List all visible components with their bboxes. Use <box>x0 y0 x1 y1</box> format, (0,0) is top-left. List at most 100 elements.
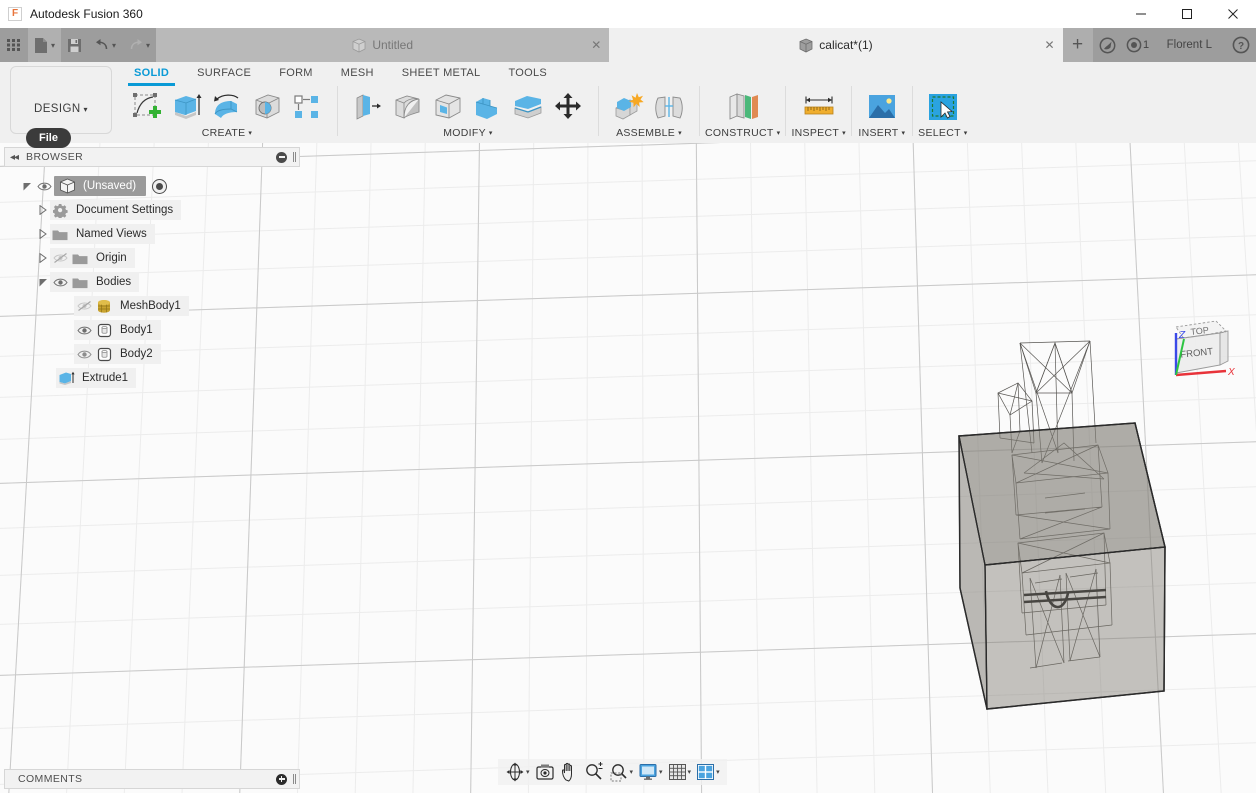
ribbon-tab-surface[interactable]: SURFACE <box>183 62 265 84</box>
redo-caret[interactable]: ▾ <box>146 41 150 50</box>
display-settings-caret[interactable]: ▾ <box>659 768 663 776</box>
assemble-group-label-wrap[interactable]: ASSEMBLE ▾ <box>616 127 682 139</box>
tree-item-body[interactable]: Extrude1 <box>56 368 137 388</box>
create-group-label-wrap[interactable]: CREATE ▾ <box>202 127 252 139</box>
grid-snaps-caret[interactable]: ▾ <box>688 768 692 776</box>
visibility-eye-icon[interactable] <box>74 325 94 336</box>
tree-row-unsaved[interactable]: (Unsaved) <box>4 174 300 198</box>
select-group-label-wrap[interactable]: SELECT ▾ <box>918 127 967 139</box>
user-name[interactable]: Florent L <box>1153 39 1226 51</box>
construct-group-label-wrap[interactable]: CONSTRUCT ▾ <box>705 127 780 139</box>
visibility-eye-icon[interactable] <box>50 277 70 288</box>
close-button[interactable] <box>1210 0 1256 28</box>
offset-plane-icon[interactable] <box>724 88 762 126</box>
expander-expanded-icon[interactable] <box>36 270 50 294</box>
fillet-icon[interactable] <box>389 88 427 126</box>
tree-item-body[interactable]: Named Views <box>50 224 155 244</box>
document-tab-calicat[interactable]: calicat*(1) ✕ <box>609 28 1063 62</box>
tree-row-document-settings[interactable]: Document Settings <box>4 198 300 222</box>
modify-group-label-wrap[interactable]: MODIFY ▾ <box>443 127 492 139</box>
look-at-button[interactable] <box>533 760 557 784</box>
press-pull-icon[interactable] <box>349 88 387 126</box>
display-settings-button[interactable]: ▾ <box>636 760 665 784</box>
fit-caret[interactable]: ▾ <box>630 768 634 776</box>
expander-collapsed-icon[interactable] <box>36 198 50 222</box>
maximize-button[interactable] <box>1164 0 1210 28</box>
viewports-button[interactable]: ▾ <box>694 760 722 784</box>
ribbon-tab-form[interactable]: FORM <box>265 62 327 84</box>
workspace-switcher[interactable]: DESIGN ▾ <box>10 66 112 134</box>
tree-item-body[interactable]: Bodies <box>50 272 140 292</box>
tree-item-body[interactable]: Body1 <box>74 320 161 340</box>
job-status-icon[interactable]: 1 <box>1123 28 1153 62</box>
view-cube[interactable]: TOP FRONT Z X <box>1154 303 1246 395</box>
ribbon-tab-mesh[interactable]: MESH <box>327 62 388 84</box>
extension-icon[interactable] <box>1093 28 1123 62</box>
tree-item-body[interactable]: Origin <box>50 248 135 268</box>
grid-snaps-button[interactable]: ▾ <box>666 760 694 784</box>
ribbon-tab-sheet-metal[interactable]: SHEET METAL <box>388 62 495 84</box>
inspect-group-label-wrap[interactable]: INSPECT ▾ <box>791 127 845 139</box>
redo-button[interactable]: ▾ <box>122 28 156 62</box>
help-icon[interactable]: ? <box>1226 28 1256 62</box>
new-document-caret[interactable]: ▾ <box>51 41 55 50</box>
new-component-icon[interactable] <box>610 88 648 126</box>
viewports-caret[interactable]: ▾ <box>716 768 720 776</box>
expander-collapsed-icon[interactable] <box>36 246 50 270</box>
panel-grip-icon[interactable] <box>293 774 294 784</box>
orbit-caret[interactable]: ▾ <box>526 768 530 776</box>
offset-face-icon[interactable] <box>509 88 547 126</box>
document-tab-close-icon[interactable]: ✕ <box>1045 38 1055 52</box>
undo-caret[interactable]: ▾ <box>112 41 116 50</box>
document-tab-close-icon[interactable]: ✕ <box>591 38 601 52</box>
tree-row-body1[interactable]: Body1 <box>4 318 300 342</box>
revolve-icon[interactable] <box>208 88 246 126</box>
panel-minimize-icon[interactable] <box>276 151 287 163</box>
tree-root-pill[interactable]: (Unsaved) <box>54 176 147 196</box>
activate-component-radio[interactable] <box>152 178 168 194</box>
visibility-hidden-icon[interactable] <box>74 300 94 312</box>
tree-item-body[interactable]: Document Settings <box>50 200 182 220</box>
fit-button[interactable]: ▾ <box>607 760 636 784</box>
ribbon-tab-solid[interactable]: SOLID <box>120 62 183 86</box>
document-tab-untitled[interactable]: Untitled ✕ <box>156 28 610 62</box>
undo-button[interactable]: ▾ <box>88 28 122 62</box>
tree-row-body2[interactable]: Body2 <box>4 342 300 366</box>
tree-item-body[interactable]: MeshBody1 <box>74 296 189 316</box>
zoom-button[interactable] <box>582 760 606 784</box>
browser-collapse-icon[interactable]: ◂◂ <box>10 152 19 163</box>
tree-item-body[interactable]: Body2 <box>74 344 161 364</box>
create-sketch-icon[interactable] <box>128 88 166 126</box>
shell-icon[interactable] <box>429 88 467 126</box>
tree-row-bodies[interactable]: Bodies <box>4 270 300 294</box>
tree-row-named-views[interactable]: Named Views <box>4 222 300 246</box>
new-tab-button[interactable]: + <box>1062 28 1093 62</box>
expander-collapsed-icon[interactable] <box>36 222 50 246</box>
insert-image-icon[interactable] <box>863 88 901 126</box>
tree-row-extrude1[interactable]: Extrude1 <box>4 366 300 390</box>
panel-grip-icon[interactable] <box>293 152 294 162</box>
tree-row-meshbody1[interactable]: MeshBody1 <box>4 294 300 318</box>
add-comment-icon[interactable] <box>276 773 287 785</box>
move-copy-icon[interactable] <box>549 88 587 126</box>
sweep-icon[interactable] <box>248 88 286 126</box>
minimize-button[interactable] <box>1118 0 1164 28</box>
pan-button[interactable] <box>558 760 581 784</box>
new-document-button[interactable]: ▾ <box>28 28 62 62</box>
visibility-eye-icon[interactable] <box>34 181 54 192</box>
save-button[interactable] <box>61 28 88 62</box>
visibility-eye-icon[interactable] <box>74 349 94 360</box>
tree-row-origin[interactable]: Origin <box>4 246 300 270</box>
joint-icon[interactable] <box>650 88 688 126</box>
combine-icon[interactable] <box>469 88 507 126</box>
extrude-icon[interactable] <box>168 88 206 126</box>
visibility-hidden-icon[interactable] <box>50 252 70 264</box>
pattern-icon[interactable] <box>288 88 326 126</box>
expander-expanded-icon[interactable] <box>20 174 34 198</box>
measure-icon[interactable] <box>800 88 838 126</box>
app-grid-icon[interactable] <box>0 28 28 62</box>
orbit-button[interactable]: ▾ <box>503 760 532 784</box>
select-window-icon[interactable] <box>924 88 962 126</box>
insert-group-label-wrap[interactable]: INSERT ▾ <box>858 127 905 139</box>
ribbon-tab-tools[interactable]: TOOLS <box>494 62 561 84</box>
